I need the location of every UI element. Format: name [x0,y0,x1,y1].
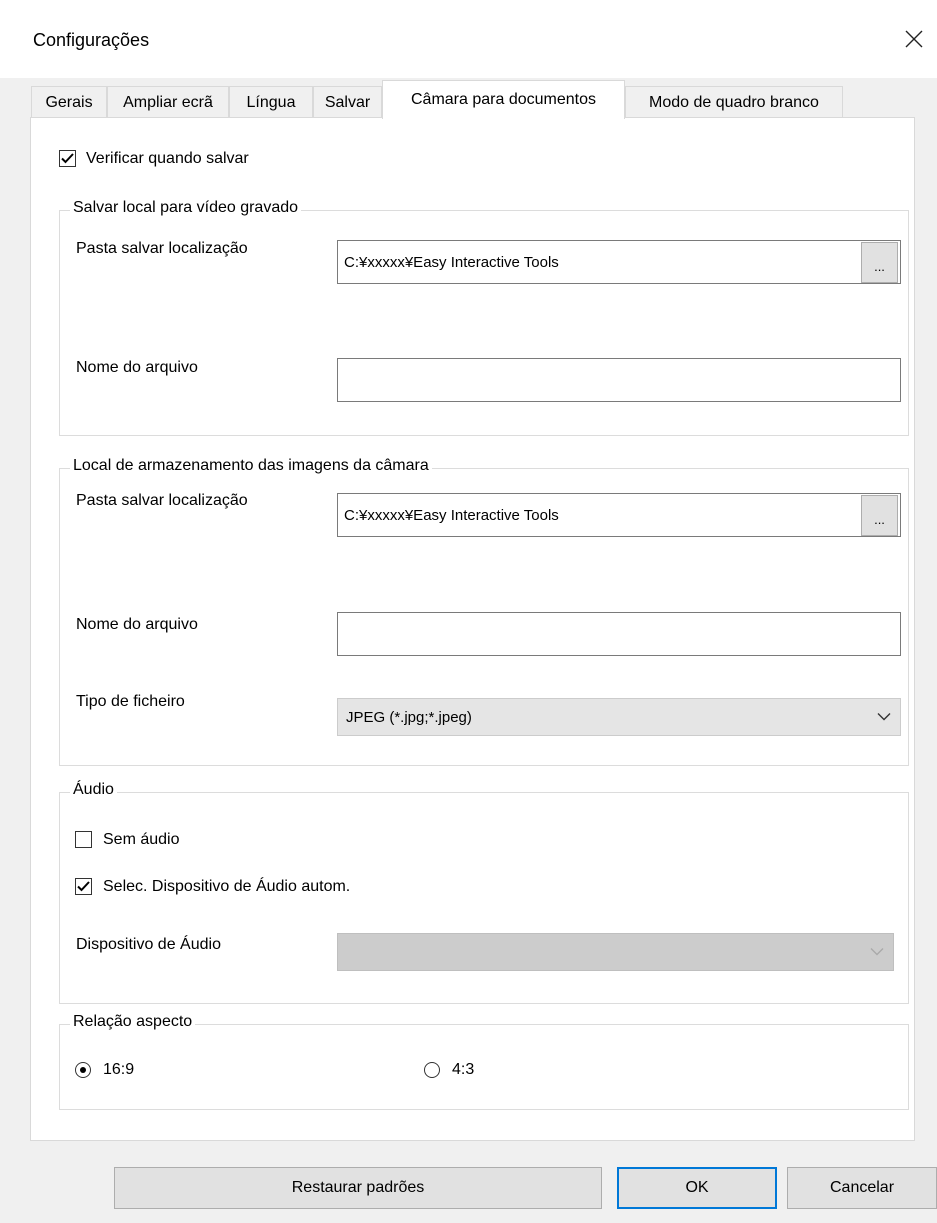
no-audio-checkbox[interactable] [75,831,92,848]
image-folder-value: C:¥xxxxx¥Easy Interactive Tools [344,506,559,524]
close-icon [905,30,923,48]
restore-defaults-label: Restaurar padrões [291,1179,425,1196]
cancel-button[interactable]: Cancelar [787,1167,937,1209]
image-folder-field[interactable]: C:¥xxxxx¥Easy Interactive Tools [337,493,901,537]
video-save-group-title: Salvar local para vídeo gravado [70,199,302,217]
auto-audio-device-label: Selec. Dispositivo de Áudio autom. [103,878,351,895]
image-filename-field[interactable] [337,612,901,656]
audio-device-label: Dispositivo de Áudio [76,936,221,953]
ok-button[interactable]: OK [617,1167,777,1209]
browse-button-label: ... [874,259,885,274]
tab-label: Câmara para documentos [411,91,596,108]
aspect-ratio-group: Relação aspecto [59,1013,909,1110]
video-folder-value: C:¥xxxxx¥Easy Interactive Tools [344,253,559,271]
chevron-down-icon [870,948,884,956]
cancel-label: Cancelar [829,1179,895,1196]
video-folder-browse-button[interactable]: ... [861,242,898,283]
tab-ampliar-ecra[interactable]: Ampliar ecrã [107,86,229,118]
image-folder-browse-button[interactable]: ... [861,495,898,536]
radio-aspect-16-9[interactable] [75,1062,91,1078]
auto-audio-device-checkbox[interactable] [75,878,92,895]
tab-label: Salvar [324,93,371,111]
video-filename-label: Nome do arquivo [76,359,198,376]
filetype-dropdown[interactable]: JPEG (*.jpg;*.jpeg) [337,698,901,736]
browse-button-label: ... [874,512,885,527]
title-bar: Configurações [0,0,937,78]
checkmark-icon [61,153,74,164]
tab-label: Gerais [45,93,93,111]
image-folder-label: Pasta salvar localização [76,492,248,509]
tab-modo-quadro-branco[interactable]: Modo de quadro branco [625,86,843,118]
filetype-label: Tipo de ficheiro [76,693,185,710]
video-folder-label: Pasta salvar localização [76,240,248,257]
audio-group-title: Áudio [70,781,117,799]
no-audio-label: Sem áudio [103,831,180,848]
aspect-16-9-label: 16:9 [103,1061,135,1078]
tab-salvar[interactable]: Salvar [313,86,382,118]
audio-group: Áudio [59,781,909,1004]
filetype-value: JPEG (*.jpg;*.jpeg) [346,708,472,726]
audio-device-dropdown[interactable] [337,933,894,971]
restore-defaults-button[interactable]: Restaurar padrões [114,1167,602,1209]
window-title: Configurações [33,30,150,50]
tab-label: Língua [246,93,296,111]
video-folder-field[interactable]: C:¥xxxxx¥Easy Interactive Tools [337,240,901,284]
image-filename-label: Nome do arquivo [76,616,198,633]
ok-label: OK [685,1179,709,1196]
image-save-group-title: Local de armazenamento das imagens da câ… [70,457,432,475]
tab-label: Ampliar ecrã [123,93,213,111]
verify-on-save-label: Verificar quando salvar [86,150,249,167]
chevron-down-icon [877,713,891,721]
video-filename-field[interactable] [337,358,901,402]
close-button[interactable] [891,14,937,64]
tab-panel-camara: Verificar quando salvar Salvar local par… [30,117,915,1141]
verify-on-save-checkbox[interactable] [59,150,76,167]
tab-lingua[interactable]: Língua [229,86,313,118]
aspect-4-3-label: 4:3 [452,1061,475,1078]
radio-aspect-4-3[interactable] [424,1062,440,1078]
tab-gerais[interactable]: Gerais [31,86,107,118]
tab-label: Modo de quadro branco [649,93,819,111]
tab-camara-documentos[interactable]: Câmara para documentos [382,80,625,119]
radio-selected-dot [80,1067,86,1073]
checkmark-icon [77,881,90,892]
aspect-ratio-group-title: Relação aspecto [70,1013,196,1031]
